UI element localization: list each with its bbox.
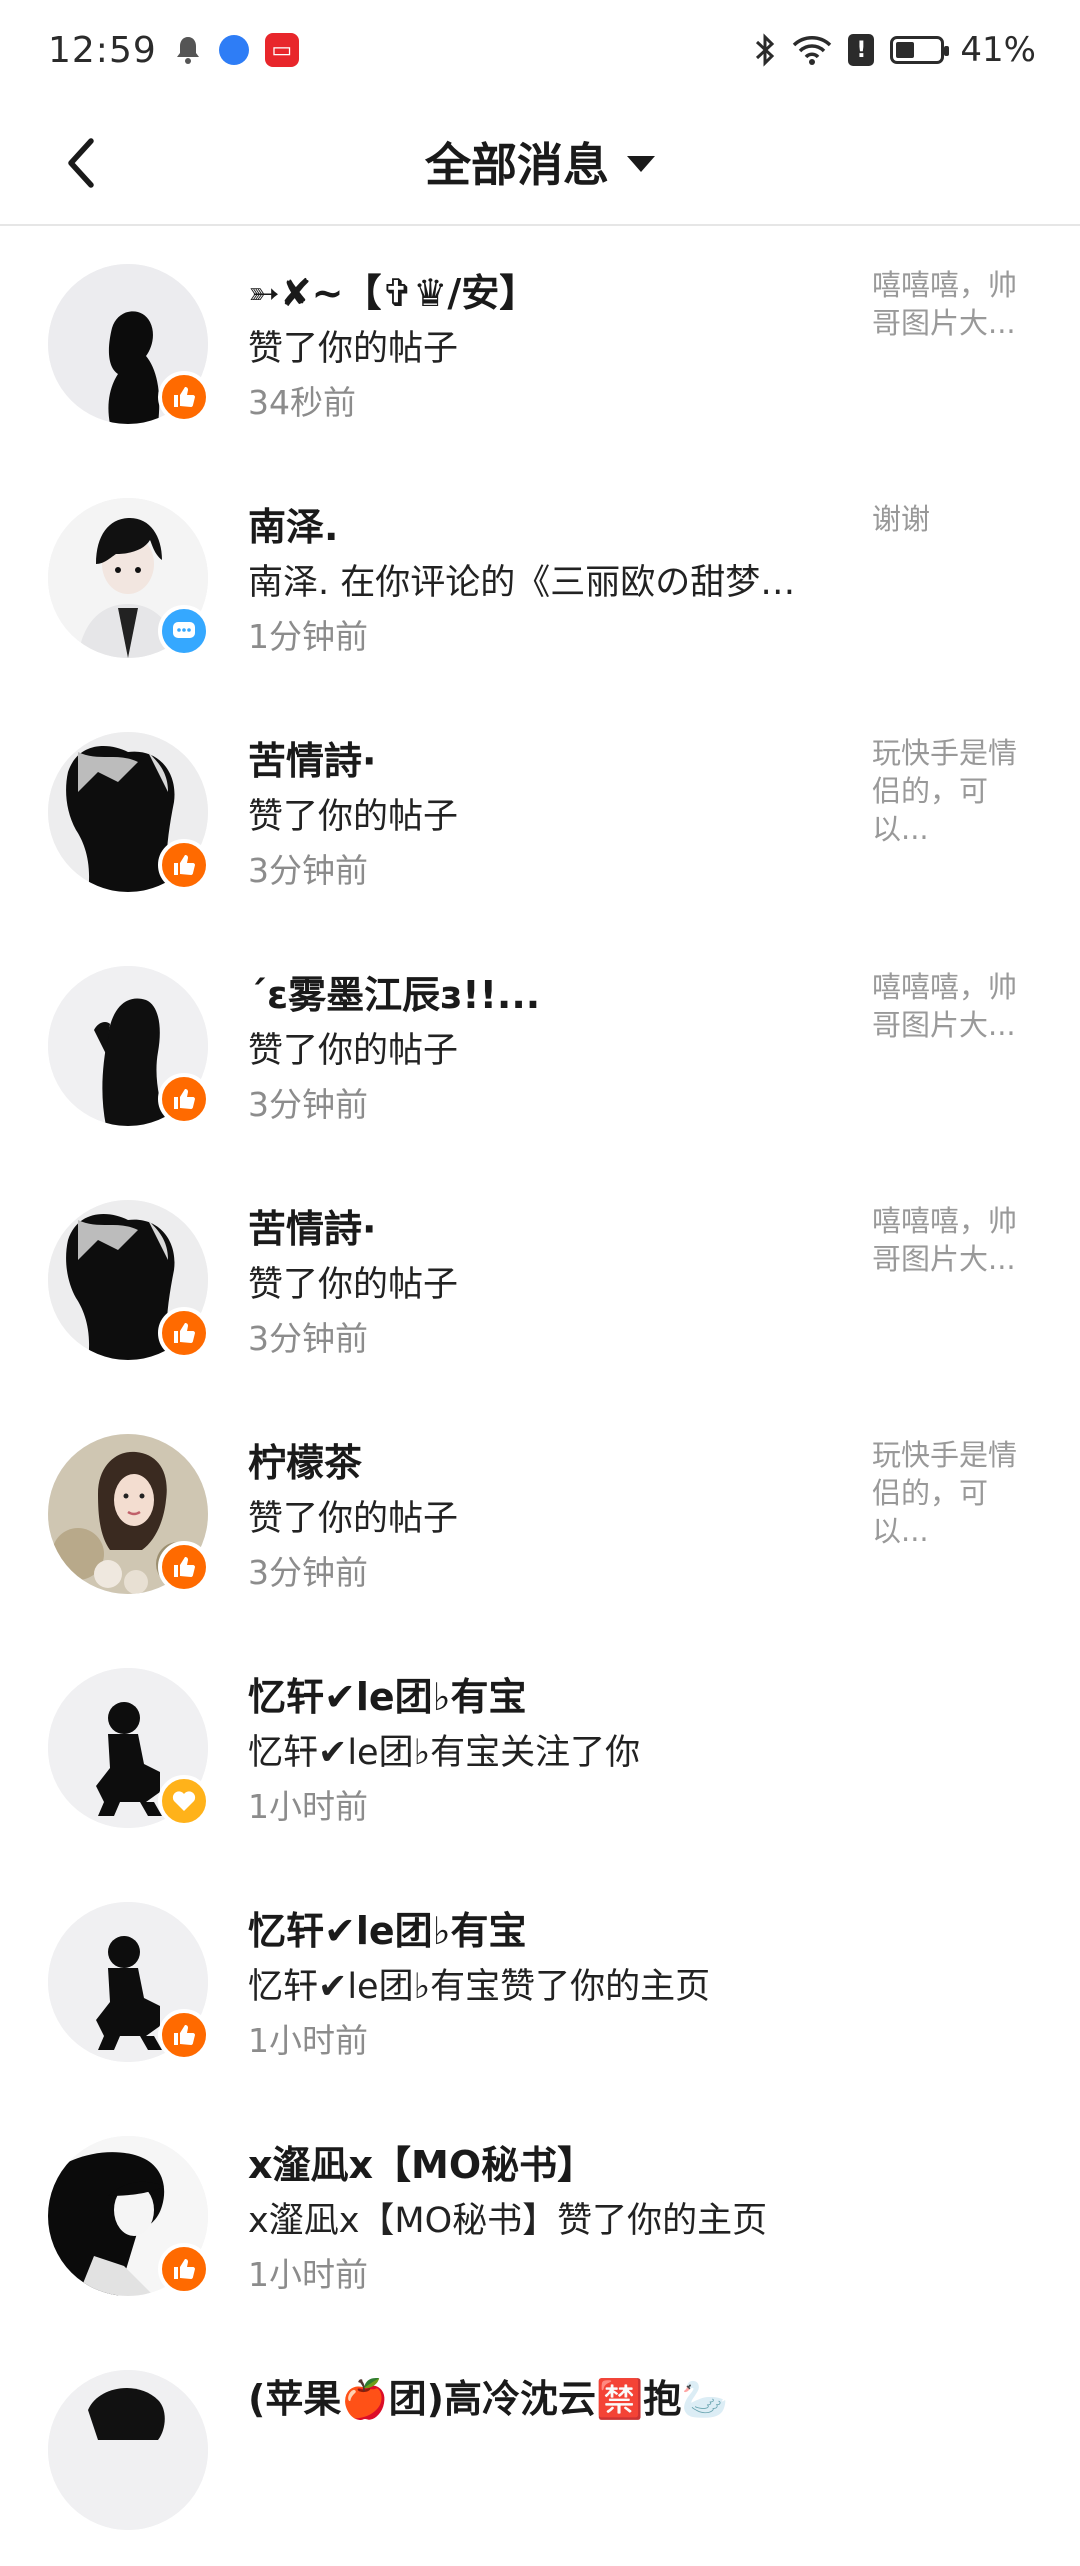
message-item[interactable]: 苦情詩· 赞了你的帖子 3分钟前 玩快手是情侣的，可以... xyxy=(0,694,1080,928)
message-preview[interactable]: 嘻嘻嘻，帅哥图片大... xyxy=(872,968,1042,1044)
battery-fill xyxy=(896,42,914,58)
message-list: ➳✘~【✞♛/安】 赞了你的帖子 34秒前 嘻嘻嘻，帅哥图片大... 南泽. 南… xyxy=(0,226,1080,2566)
message-item[interactable]: 忆轩✔le团♭有宝 忆轩✔le团♭有宝赞了你的主页 1小时前 xyxy=(0,1864,1080,2098)
message-text: 忆轩✔le团♭有宝赞了你的主页 xyxy=(248,1967,711,2007)
like-icon xyxy=(158,2243,210,2295)
message-text: 赞了你的帖子 xyxy=(248,797,459,837)
message-time: 3分钟前 xyxy=(248,1553,368,1592)
message-preview[interactable]: 谢谢 xyxy=(872,500,1042,538)
like-icon xyxy=(158,1073,210,1125)
message-item[interactable]: 忆轩✔le团♭有宝 忆轩✔le团♭有宝关注了你 1小时前 xyxy=(0,1630,1080,1864)
message-preview[interactable]: 嘻嘻嘻，帅哥图片大... xyxy=(872,266,1042,342)
message-text: 赞了你的帖子 xyxy=(248,1031,459,1071)
filter-dropdown[interactable]: 全部消息 xyxy=(0,100,1080,224)
message-preview[interactable]: 玩快手是情侣的，可以... xyxy=(872,734,1042,848)
message-text: 赞了你的帖子 xyxy=(248,1499,459,1539)
comment-icon xyxy=(158,605,210,657)
message-time: 1分钟前 xyxy=(248,617,368,656)
message-time: 1小时前 xyxy=(248,2255,368,2294)
heart-icon xyxy=(158,1775,210,1827)
sender-name[interactable]: 苦情詩· xyxy=(248,730,376,785)
sender-name[interactable]: x瀣凪x【MO秘书】 xyxy=(248,2134,595,2189)
sender-name[interactable]: ➳✘~【✞♛/安】 xyxy=(248,262,537,317)
app-notification-icon xyxy=(218,35,249,65)
warning-icon: ! xyxy=(848,34,875,66)
status-time: 12:59 xyxy=(48,29,157,71)
bell-icon xyxy=(173,34,203,66)
battery-percent: 41% xyxy=(960,30,1036,70)
message-item[interactable]: x瀣凪x【MO秘书】 x瀣凪x【MO秘书】赞了你的主页 1小时前 xyxy=(0,2098,1080,2332)
message-time: 3分钟前 xyxy=(248,1085,368,1124)
message-item[interactable]: 柠檬茶 赞了你的帖子 3分钟前 玩快手是情侣的，可以... xyxy=(0,1396,1080,1630)
sender-name[interactable]: 柠檬茶 xyxy=(248,1432,362,1487)
like-icon xyxy=(158,2009,210,2061)
chevron-down-icon xyxy=(627,156,655,172)
message-item[interactable]: 苦情詩· 赞了你的帖子 3分钟前 嘻嘻嘻，帅哥图片大... xyxy=(0,1162,1080,1396)
like-icon xyxy=(158,839,210,891)
sender-name[interactable]: 忆轩✔le团♭有宝 xyxy=(248,1900,527,1955)
message-item[interactable]: ➳✘~【✞♛/安】 赞了你的帖子 34秒前 嘻嘻嘻，帅哥图片大... xyxy=(0,226,1080,460)
message-item[interactable]: 南泽. 南泽. 在你评论的《三丽欧の甜梦》... 1分钟前 谢谢 xyxy=(0,460,1080,694)
message-time: 1小时前 xyxy=(248,1787,368,1826)
avatar[interactable] xyxy=(48,2370,208,2530)
bluetooth-icon xyxy=(754,32,776,68)
sender-name[interactable]: 苦情詩· xyxy=(248,1198,376,1253)
sender-name[interactable]: 南泽. xyxy=(248,496,338,551)
app-badge-icon: ▭ xyxy=(264,33,299,67)
message-time: 3分钟前 xyxy=(248,1319,368,1358)
message-time: 3分钟前 xyxy=(248,851,368,890)
message-text: 南泽. 在你评论的《三丽欧の甜梦》... xyxy=(248,563,828,603)
like-icon xyxy=(158,371,210,423)
battery-icon xyxy=(890,36,950,64)
message-preview[interactable]: 嘻嘻嘻，帅哥图片大... xyxy=(872,1202,1042,1278)
sender-name[interactable]: 忆轩✔le团♭有宝 xyxy=(248,1666,527,1721)
wifi-icon xyxy=(792,34,832,66)
like-icon xyxy=(158,1541,210,1593)
message-text: x瀣凪x【MO秘书】赞了你的主页 xyxy=(248,2201,768,2241)
message-text: 赞了你的帖子 xyxy=(248,1265,459,1305)
sender-name[interactable]: ´ε雾墨江辰з!!... xyxy=(248,964,540,1019)
message-text: 赞了你的帖子 xyxy=(248,329,459,369)
message-preview[interactable]: 玩快手是情侣的，可以... xyxy=(872,1436,1042,1550)
like-icon xyxy=(158,1307,210,1359)
message-item[interactable]: ´ε雾墨江辰з!!... 赞了你的帖子 3分钟前 嘻嘻嘻，帅哥图片大... xyxy=(0,928,1080,1162)
message-time: 34秒前 xyxy=(248,383,356,422)
message-item[interactable]: (苹果🍎团)高冷沈云🈲抱🦢 xyxy=(0,2332,1080,2566)
message-text: 忆轩✔le团♭有宝关注了你 xyxy=(248,1733,641,1773)
page-title: 全部消息 xyxy=(425,138,609,192)
message-time: 1小时前 xyxy=(248,2021,368,2060)
status-bar: 12:59 ▭ ! 41% xyxy=(0,0,1080,100)
nav-bar: 全部消息 xyxy=(0,100,1080,226)
sender-name[interactable]: (苹果🍎团)高冷沈云🈲抱🦢 xyxy=(248,2368,729,2423)
